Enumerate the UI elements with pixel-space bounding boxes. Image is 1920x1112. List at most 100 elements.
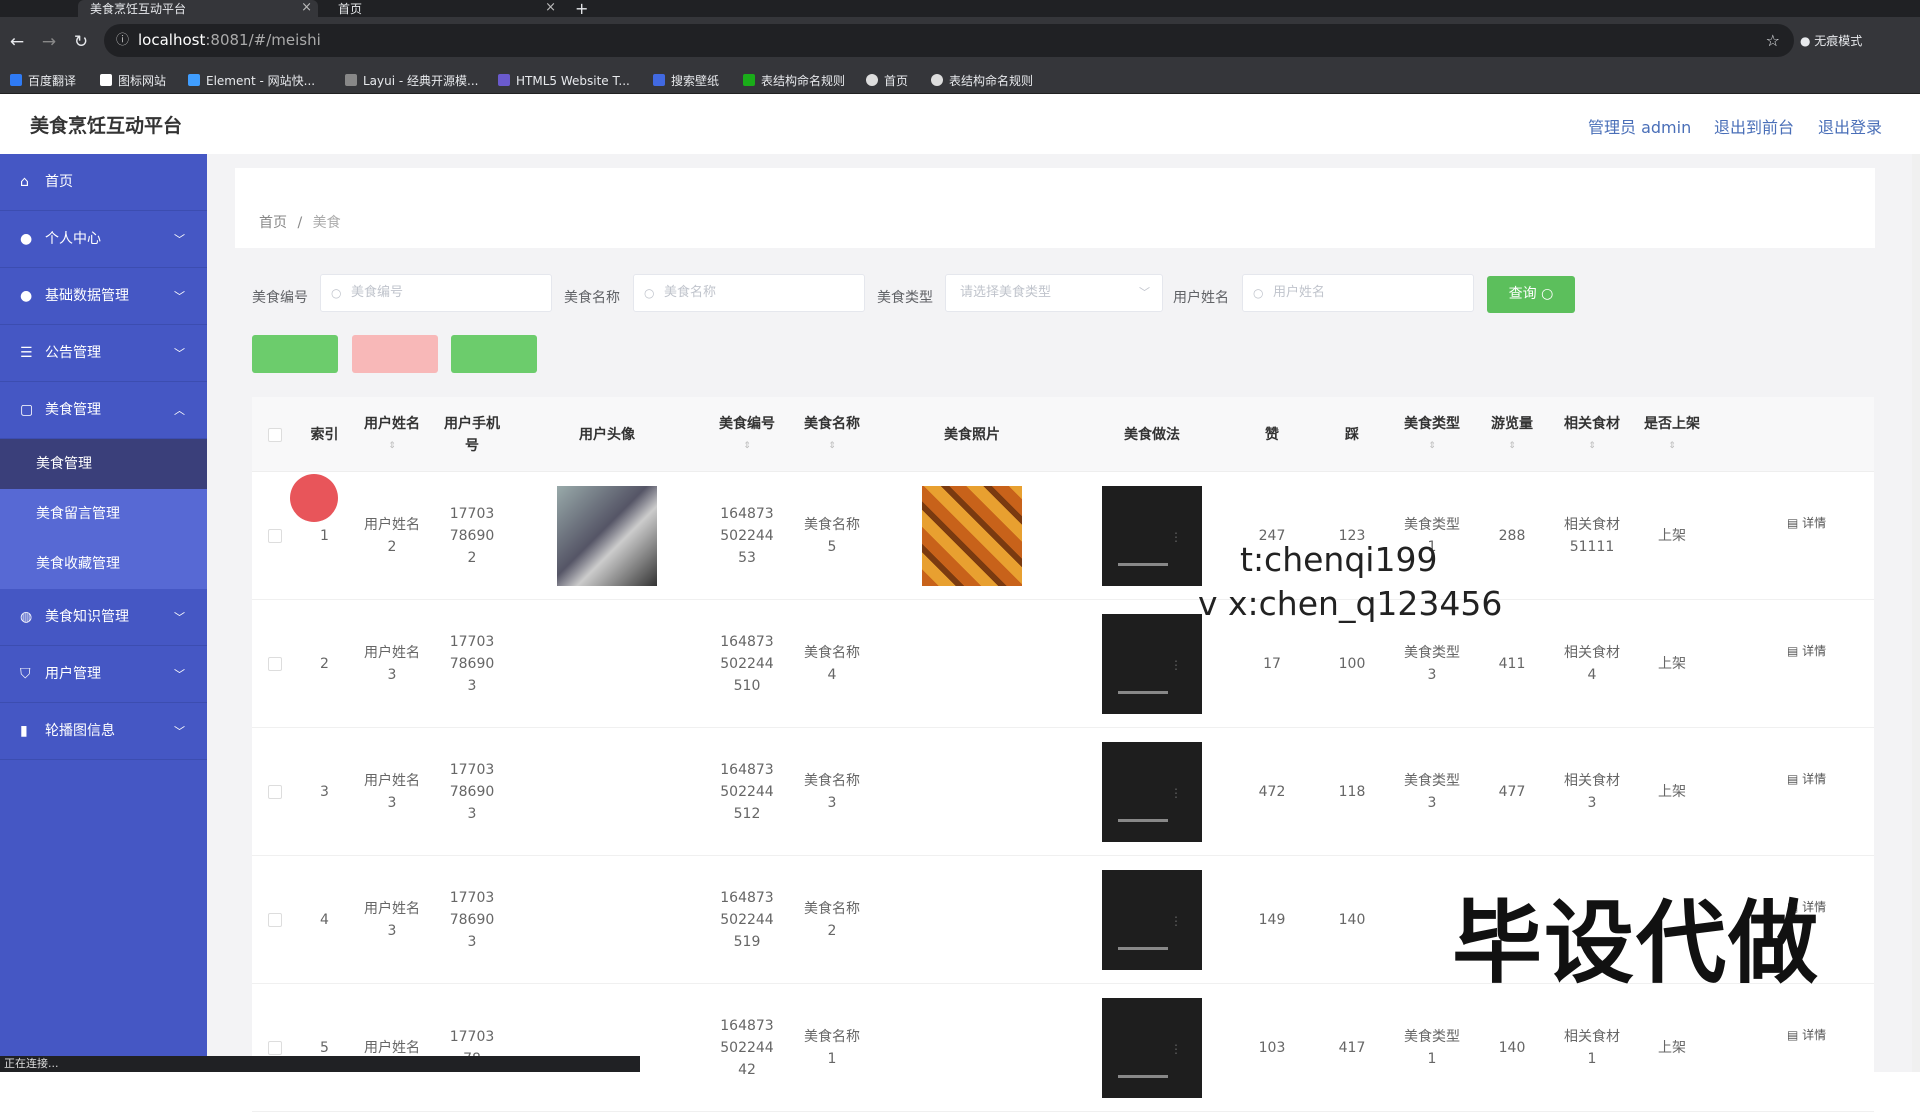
cell-zan: 149 [1258, 912, 1286, 928]
close-icon[interactable]: × [545, 0, 556, 15]
col-label: 相关食材 [1564, 415, 1620, 432]
col-views[interactable]: 游览量 ⇕ [1472, 397, 1552, 472]
sidebar-item-knowledge[interactable]: ◍ 美食知识管理 ﹀ [0, 589, 207, 646]
query-label: 查询 [1508, 286, 1537, 302]
filter-user-input[interactable]: ○ 用户姓名 [1242, 274, 1474, 312]
col-type[interactable]: 美食类型 ⇕ [1392, 397, 1472, 472]
detail-button[interactable]: ▤ 详情 [1787, 514, 1826, 531]
search-icon: ○ [644, 286, 655, 300]
scrollbar[interactable] [1912, 154, 1920, 1072]
add-button[interactable] [252, 335, 338, 373]
placeholder: 美食编号 [351, 285, 404, 300]
col-avatar[interactable]: 用户头像 [512, 397, 702, 472]
close-icon[interactable]: × [301, 0, 312, 15]
sort-icon[interactable]: ⇕ [1668, 435, 1676, 457]
bookmark[interactable]: Element - 网站快... [188, 71, 315, 91]
row-checkbox[interactable] [252, 984, 297, 1112]
cell-user: 用户姓名 [364, 1040, 420, 1056]
sidebar-item-users[interactable]: ⛉ 用户管理 ﹀ [0, 646, 207, 703]
col-zan[interactable]: 赞 [1232, 397, 1312, 472]
filter-code-input[interactable]: ○ 美食编号 [320, 274, 552, 312]
cell-code: 164873502244519 [720, 890, 774, 950]
info-icon[interactable]: ⓘ [116, 24, 129, 57]
cell-index: 4 [320, 912, 329, 928]
filter-name-input[interactable]: ○ 美食名称 [633, 274, 865, 312]
bookmark[interactable]: 百度翻译 [10, 71, 76, 91]
col-food[interactable]: 相关食材 ⇕ [1552, 397, 1632, 472]
filter-type-select[interactable]: 请选择美食类型 ﹀ [945, 274, 1163, 312]
sort-icon[interactable]: ⇕ [1588, 435, 1596, 457]
sort-icon[interactable]: ⇕ [743, 435, 751, 457]
col-phone[interactable]: 用户手机号 [432, 397, 512, 472]
front-link[interactable]: 退出到前台 [1714, 114, 1794, 138]
cell-zan: 103 [1258, 1040, 1286, 1056]
col-name[interactable]: 美食名称 ⇕ [792, 397, 872, 472]
report-button[interactable] [451, 335, 537, 373]
sidebar-item-profile[interactable]: ● 个人中心 ﹀ [0, 211, 207, 268]
url-input[interactable]: ⓘ localhost:8081/#/meishi ☆ [104, 24, 1794, 57]
new-tab-icon[interactable]: + [575, 0, 588, 18]
sidebar-item-carousel[interactable]: ▮ 轮播图信息 ﹀ [0, 703, 207, 760]
method-video[interactable] [1072, 984, 1232, 1112]
back-icon[interactable]: ← [6, 31, 28, 53]
col-user[interactable]: 用户姓名 ⇕ [352, 397, 432, 472]
bookmark[interactable]: 首页 [866, 71, 908, 91]
sidebar-item-basedata[interactable]: ● 基础数据管理 ﹀ [0, 268, 207, 325]
bookmark[interactable]: 搜索壁纸 [653, 71, 719, 91]
submenu-food-favorites[interactable]: 美食收藏管理 [0, 539, 207, 589]
bookmark[interactable]: 表结构命名规则 [743, 71, 845, 91]
col-cai[interactable]: 踩 [1312, 397, 1392, 472]
detail-button[interactable]: ▤ 详情 [1787, 1026, 1826, 1043]
bookmark[interactable]: 图标网站 [100, 71, 166, 91]
cell-zan: 472 [1258, 784, 1286, 800]
cell-status: 上架 [1658, 1040, 1686, 1056]
bookmark-label: HTML5 Website T... [516, 74, 630, 88]
col-status[interactable]: 是否上架 ⇕ [1632, 397, 1712, 472]
col-code[interactable]: 美食编号 ⇕ [702, 397, 792, 472]
select-all-checkbox[interactable] [252, 397, 297, 472]
col-photo[interactable]: 美食照片 [872, 397, 1072, 472]
reload-icon[interactable]: ↻ [70, 31, 92, 53]
chevron-down-icon: ﹀ [174, 347, 185, 360]
cell-phone: 17703786903 [449, 634, 495, 694]
cell-cai: 140 [1338, 912, 1366, 928]
row-checkbox[interactable] [252, 600, 297, 728]
row-checkbox[interactable] [252, 856, 297, 984]
col-label: 美食做法 [1124, 426, 1180, 443]
star-icon[interactable]: ☆ [1766, 24, 1780, 57]
col-index[interactable]: 索引 [297, 397, 352, 472]
browser-tab-active[interactable]: 美食烹饪互动平台 × [78, 0, 318, 17]
method-video[interactable] [1072, 472, 1232, 600]
query-button[interactable]: 查询 ○ [1487, 276, 1575, 313]
browser-tab[interactable]: 首页 × [326, 0, 562, 17]
method-video[interactable] [1072, 856, 1232, 984]
bookmark-icon [653, 74, 665, 86]
detail-button[interactable]: ▤ 详情 [1787, 642, 1826, 659]
sort-icon[interactable]: ⇕ [828, 435, 836, 457]
sort-icon[interactable]: ⇕ [1428, 435, 1436, 457]
forward-icon[interactable]: → [38, 31, 60, 53]
filter-name-label: 美食名称 [564, 290, 620, 306]
breadcrumb-home[interactable]: 首页 [259, 215, 287, 231]
sort-icon[interactable]: ⇕ [388, 435, 396, 457]
col-method[interactable]: 美食做法 [1072, 397, 1232, 472]
search-icon: ○ [1541, 286, 1554, 302]
incognito-badge[interactable]: ● 无痕模式 [1800, 26, 1862, 56]
cell-index: 3 [320, 784, 329, 800]
table-row: 3 用户姓名3 17703786903 164873502244512 美食名称3 472… [252, 728, 1874, 856]
logout-link[interactable]: 退出登录 [1818, 114, 1882, 138]
delete-button[interactable] [352, 335, 438, 373]
row-checkbox[interactable] [252, 728, 297, 856]
bookmark[interactable]: HTML5 Website T... [498, 71, 630, 91]
bookmark[interactable]: 表结构命名规则 [931, 71, 1033, 91]
sidebar-item-home[interactable]: ⌂ 首页 [0, 154, 207, 211]
sidebar-item-food[interactable]: ▢ 美食管理 ︿ [0, 382, 207, 439]
submenu-food-comments[interactable]: 美食留言管理 [0, 489, 207, 539]
bookmark[interactable]: Layui - 经典开源模... [345, 71, 478, 91]
detail-button[interactable]: ▤ 详情 [1787, 770, 1826, 787]
food-photo [872, 856, 1072, 984]
sort-icon[interactable]: ⇕ [1508, 435, 1516, 457]
method-video[interactable] [1072, 728, 1232, 856]
sidebar-item-notice[interactable]: ☰ 公告管理 ﹀ [0, 325, 207, 382]
submenu-food-manage[interactable]: 美食管理 [0, 439, 207, 489]
